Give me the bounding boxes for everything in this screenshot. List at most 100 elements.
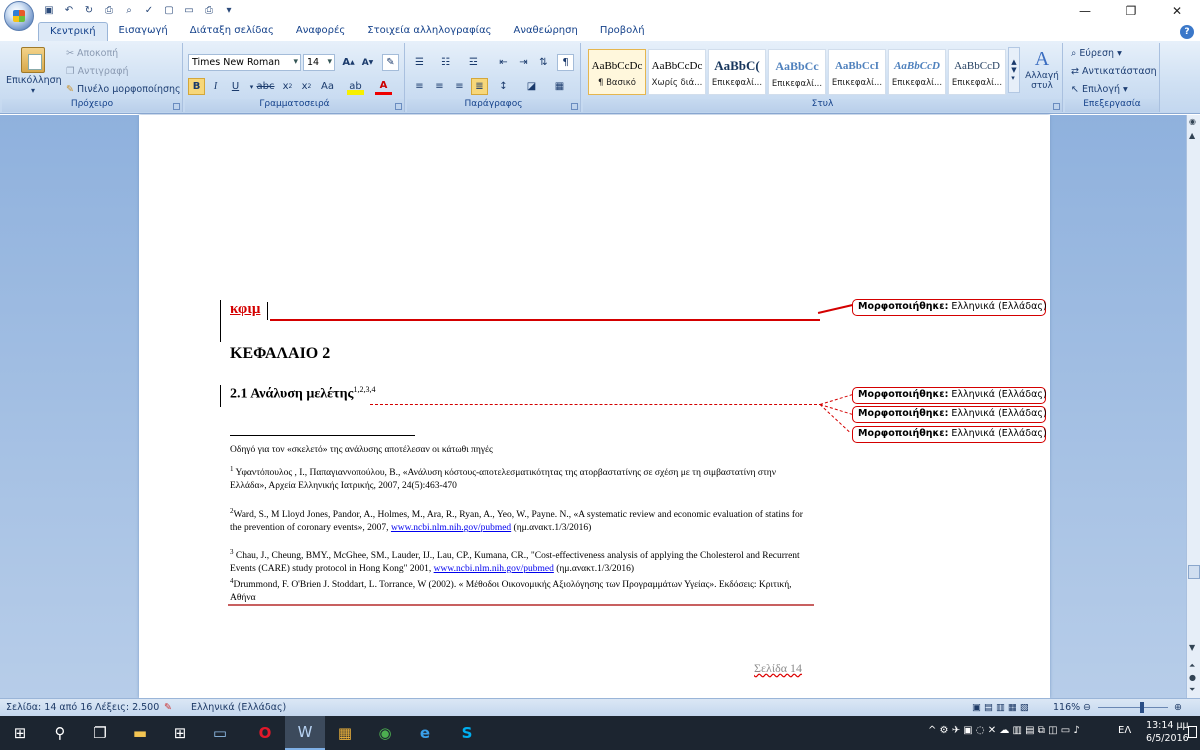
tab-home[interactable]: Κεντρική [38, 22, 108, 42]
strikethrough-icon[interactable]: abc [257, 78, 275, 95]
shading-icon[interactable]: ◪ [523, 78, 540, 95]
redo-icon[interactable]: ↻ [82, 3, 96, 17]
chrome-icon[interactable]: ◉ [365, 716, 405, 750]
language-status[interactable]: Ελληνικά (Ελλάδας) [191, 702, 286, 713]
style-heading-4[interactable]: AaBbCcD Επικεφαλί... [888, 49, 946, 95]
styles-launcher[interactable] [1053, 103, 1060, 110]
section-heading[interactable]: 2.1 Ανάλυση μελέτης1,2,3,4 [230, 385, 375, 403]
browse-object-icon[interactable]: ● [1189, 673, 1196, 682]
subscript-icon[interactable]: x2 [279, 78, 296, 95]
minimize-icon[interactable]: — [1062, 0, 1108, 22]
format-balloon-2[interactable]: Μορφοποιήθηκε: Ελληνικά (Ελλάδας) [852, 387, 1047, 404]
footnote-2[interactable]: 2Ward, S., M Lloyd Jones, Pandor, A., Ho… [230, 505, 810, 535]
zoom-slider[interactable] [1098, 707, 1168, 708]
page-count[interactable]: Σελίδα: 14 από 16 [6, 702, 92, 713]
align-center-icon[interactable]: ≡ [431, 78, 448, 95]
opera-icon[interactable]: O [245, 716, 285, 750]
grow-font-icon[interactable]: A ▲ [340, 54, 357, 71]
borders-icon[interactable]: ▦ [551, 78, 568, 95]
shrink-font-icon[interactable]: A ▼ [359, 54, 376, 71]
quick-print-icon[interactable]: ⎙ [202, 3, 216, 17]
new-icon[interactable]: ▢ [162, 3, 176, 17]
pilcrow-icon[interactable]: ¶ [557, 54, 574, 71]
format-balloon-1[interactable]: Μορφοποιήθηκε: Ελληνικά (Ελλάδας) [852, 299, 1047, 316]
style-no-spacing[interactable]: AaBbCcDc Χωρίς διά... [648, 49, 706, 95]
zoom-slider-thumb[interactable] [1140, 702, 1144, 713]
format-balloon-3[interactable]: Μορφοποιήθηκε: Ελληνικά (Ελλάδας) [852, 406, 1047, 423]
paste-button[interactable]: Επικόλληση ▾ [6, 47, 62, 95]
style-heading-5[interactable]: AaBbCcD Επικεφαλί... [948, 49, 1006, 95]
bold-icon[interactable]: B [188, 78, 205, 95]
superscript-icon[interactable]: x2 [298, 78, 315, 95]
tab-page-layout[interactable]: Διάταξη σελίδας [179, 22, 285, 42]
input-language[interactable]: ΕΛ [1118, 725, 1131, 736]
tray-icons[interactable]: ^ ⚙ ✈ ▣ ◌ ✕ ☁ ▥ ▤ ⧉ ◫ ▭ ♪ [928, 725, 1080, 736]
copy-button[interactable]: ❐ Αντιγραφή [66, 66, 129, 77]
undo-icon[interactable]: ↶ [62, 3, 76, 17]
find-button[interactable]: ⌕ Εύρεση ▾ [1071, 48, 1122, 59]
style-heading-1[interactable]: AaBbC(Επικεφαλί... [708, 49, 766, 95]
style-heading-2[interactable]: AaBbCc Επικεφαλί... [768, 49, 826, 95]
font-color-icon[interactable]: A [375, 78, 392, 95]
change-case-icon[interactable]: Aa [319, 78, 336, 95]
cut-button[interactable]: ✂ Αποκοπή [66, 48, 118, 59]
decrease-indent-icon[interactable]: ⇤ [495, 54, 512, 71]
align-right-icon[interactable]: ≡ [451, 78, 468, 95]
line-spacing-icon[interactable]: ↕ [495, 78, 512, 95]
previous-page-icon[interactable]: ⏶ [1189, 661, 1195, 671]
search-icon[interactable]: ⚲ [40, 716, 80, 750]
format-painter-button[interactable]: ✎ Πινέλο μορφοποίησης [66, 84, 181, 95]
numbering-icon[interactable]: ☷ [437, 54, 454, 71]
tab-references[interactable]: Αναφορές [285, 22, 356, 42]
footnote-4[interactable]: 4Drummond, F. O'Brien J. Stoddart, L. To… [230, 575, 810, 605]
customize-qat-icon[interactable]: ▾ [222, 3, 236, 17]
clock[interactable]: 13:14 μμ 6/5/2016 [1146, 719, 1189, 745]
change-styles-button[interactable]: A Αλλαγή στυλ [1024, 47, 1060, 91]
word-count[interactable]: Λέξεις: 2.500 [95, 702, 159, 713]
font-launcher[interactable] [395, 103, 402, 110]
print-preview-icon[interactable]: ⌕ [122, 3, 136, 17]
footnote-3[interactable]: 3 Chau, J., Cheung, BMY., McGhee, SM., L… [230, 546, 810, 576]
tab-mailings[interactable]: Στοιχεία αλληλογραφίας [356, 22, 502, 42]
multilevel-list-icon[interactable]: ☲ [465, 54, 482, 71]
skype-icon[interactable]: S [447, 716, 487, 750]
select-button[interactable]: ↖ Επιλογή ▾ [1071, 84, 1128, 95]
store-icon[interactable]: ⊞ [160, 716, 200, 750]
italic-icon[interactable]: I [207, 78, 224, 95]
task-view-icon[interactable]: ❐ [80, 716, 120, 750]
open-icon[interactable]: ▭ [182, 3, 196, 17]
footnote-refs[interactable]: 1,2,3,4 [353, 385, 375, 394]
file-explorer-icon[interactable]: ▬ [120, 716, 160, 750]
justify-icon[interactable]: ≣ [471, 78, 488, 95]
zoom-in-icon[interactable]: ⊕ [1174, 702, 1182, 713]
styles-scroll[interactable]: ▲ ▼ ▾ [1008, 47, 1020, 93]
zoom-level[interactable]: 116% [1053, 702, 1080, 713]
word-icon[interactable]: W [285, 716, 325, 750]
tab-insert[interactable]: Εισαγωγή [108, 22, 179, 42]
tab-review[interactable]: Αναθεώρηση [503, 22, 589, 42]
proofing-icon[interactable]: ✎ [164, 702, 172, 713]
vertical-scrollbar[interactable]: ◉ ▲ ▼ ⏶ ● ⏷ [1186, 115, 1200, 698]
font-size-combo[interactable]: 14 [303, 54, 335, 71]
clear-formatting-icon[interactable]: ✎ [382, 54, 399, 71]
notifications-icon[interactable] [1188, 726, 1197, 738]
replace-button[interactable]: ⇄ Αντικατάσταση [1071, 66, 1157, 77]
apps-icon[interactable]: ▦ [325, 716, 365, 750]
scroll-up-icon[interactable]: ▲ [1189, 131, 1195, 140]
chapter-heading[interactable]: ΚΕΦΑΛΑΙΟ 2 [230, 345, 330, 363]
footnote-1[interactable]: 1 Υφαντόπουλος , Ι., Παπαγιαννοπούλου, Β… [230, 463, 810, 493]
align-left-icon[interactable]: ≡ [411, 78, 428, 95]
highlight-icon[interactable]: ab [347, 78, 364, 95]
office-button[interactable] [4, 1, 34, 31]
ruler-toggle-icon[interactable]: ◉ [1189, 117, 1196, 126]
scroll-thumb[interactable] [1188, 565, 1200, 579]
spelling-icon[interactable]: ✓ [142, 3, 156, 17]
restore-icon[interactable]: ❐ [1108, 0, 1154, 22]
bullets-icon[interactable]: ☰ [411, 54, 428, 71]
zoom-out-icon[interactable]: ⊖ [1083, 702, 1091, 713]
help-icon[interactable]: ? [1180, 25, 1194, 39]
windows-start-icon[interactable]: ⊞ [0, 716, 40, 750]
view-buttons[interactable]: ▣▤▥▦▧ [972, 702, 1032, 713]
style-heading-3[interactable]: AaBbCcI Επικεφαλί... [828, 49, 886, 95]
save-icon[interactable]: ▣ [42, 3, 56, 17]
